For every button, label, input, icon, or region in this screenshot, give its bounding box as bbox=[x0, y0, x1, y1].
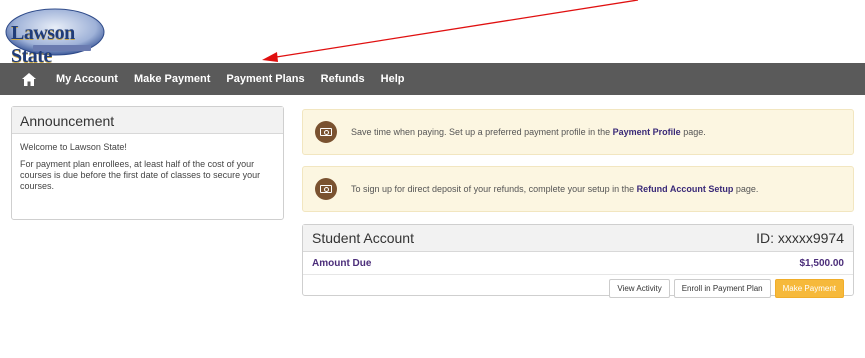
enroll-payment-plan-button[interactable]: Enroll in Payment Plan bbox=[673, 279, 771, 298]
nav-refunds[interactable]: Refunds bbox=[321, 73, 365, 85]
nav-my-account[interactable]: My Account bbox=[56, 73, 118, 85]
announcement-welcome: Welcome to Lawson State! bbox=[20, 142, 127, 152]
alert-text-pre: To sign up for direct deposit of your re… bbox=[351, 184, 637, 194]
logo-subtitle-bar bbox=[33, 45, 91, 51]
alert-text: To sign up for direct deposit of your re… bbox=[351, 184, 758, 194]
payment-profile-alert: Save time when paying. Set up a preferre… bbox=[302, 109, 854, 155]
refund-setup-alert: To sign up for direct deposit of your re… bbox=[302, 166, 854, 212]
announcement-title: Announcement bbox=[12, 107, 283, 134]
alert-text: Save time when paying. Set up a preferre… bbox=[351, 127, 706, 137]
make-payment-button[interactable]: Make Payment bbox=[774, 279, 844, 298]
nav-payment-plans[interactable]: Payment Plans bbox=[226, 73, 304, 85]
alert-text-pre: Save time when paying. Set up a preferre… bbox=[351, 127, 613, 137]
student-account-panel: Student Account ID: xxxxx9974 Amount Due… bbox=[302, 224, 854, 298]
home-icon[interactable] bbox=[22, 71, 38, 87]
amount-due-label: Amount Due bbox=[312, 257, 372, 269]
school-logo[interactable]: Lawson State bbox=[5, 8, 105, 67]
nav-help[interactable]: Help bbox=[381, 73, 405, 85]
annotation-arrow bbox=[262, 0, 639, 62]
main-navbar: My Account Make Payment Payment Plans Re… bbox=[0, 63, 865, 95]
payment-profile-link[interactable]: Payment Profile bbox=[613, 127, 681, 137]
view-activity-button[interactable]: View Activity bbox=[609, 279, 670, 298]
student-account-title: Student Account bbox=[312, 230, 414, 246]
money-icon bbox=[315, 121, 337, 143]
money-icon bbox=[315, 178, 337, 200]
announcement-payment-note: For payment plan enrollees, at least hal… bbox=[20, 159, 261, 191]
announcement-body: Welcome to Lawson State! For payment pla… bbox=[12, 134, 283, 206]
student-id: ID: xxxxx9974 bbox=[756, 230, 844, 246]
nav-make-payment[interactable]: Make Payment bbox=[134, 73, 210, 85]
amount-due-row: Amount Due $1,500.00 bbox=[303, 252, 853, 275]
account-actions: View Activity Enroll in Payment Plan Mak… bbox=[303, 275, 853, 298]
amount-due-value: $1,500.00 bbox=[799, 257, 845, 269]
announcement-panel: Announcement Welcome to Lawson State! Fo… bbox=[11, 106, 284, 220]
student-account-header: Student Account ID: xxxxx9974 bbox=[303, 225, 853, 252]
refund-account-setup-link[interactable]: Refund Account Setup bbox=[637, 184, 734, 194]
alert-text-post: page. bbox=[733, 184, 759, 194]
alert-text-post: page. bbox=[680, 127, 706, 137]
